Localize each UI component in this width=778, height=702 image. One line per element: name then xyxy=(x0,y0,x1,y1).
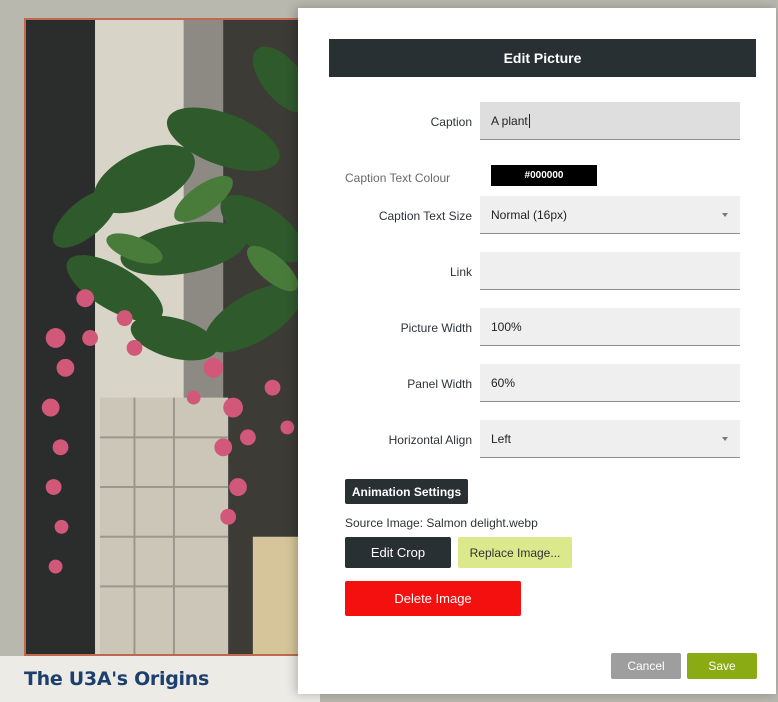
caption-input[interactable]: A plant xyxy=(480,102,740,140)
link-input[interactable] xyxy=(480,252,740,290)
replace-image-button[interactable]: Replace Image... xyxy=(458,537,572,568)
caption-colour-label: Caption Text Colour xyxy=(345,171,451,185)
edit-picture-dialog: Edit Picture Caption A plant Caption Tex… xyxy=(298,8,776,694)
caption-colour-picker[interactable]: #000000 xyxy=(491,165,597,186)
chevron-down-icon xyxy=(722,437,728,441)
horizontal-align-select[interactable]: Left xyxy=(480,420,740,458)
text-cursor xyxy=(528,113,530,128)
source-image-text: Source Image: Salmon delight.webp xyxy=(345,516,538,530)
panel-width-label: Panel Width xyxy=(407,377,472,391)
panel-width-value: 60% xyxy=(491,375,516,390)
picture-width-input[interactable]: 100% xyxy=(480,308,740,346)
caption-size-select[interactable]: Normal (16px) xyxy=(480,196,740,234)
picture-width-value: 100% xyxy=(491,319,522,334)
chevron-down-icon xyxy=(722,213,728,217)
plant-photo xyxy=(26,20,312,654)
edit-crop-button[interactable]: Edit Crop xyxy=(345,537,451,568)
save-button[interactable]: Save xyxy=(687,653,757,679)
page-section-heading: The U3A's Origins xyxy=(24,668,209,690)
dialog-title: Edit Picture xyxy=(329,39,756,77)
panel-width-input[interactable]: 60% xyxy=(480,364,740,402)
cancel-button[interactable]: Cancel xyxy=(611,653,681,679)
horizontal-align-value: Left xyxy=(491,431,512,446)
caption-label: Caption xyxy=(430,115,472,129)
horizontal-align-label: Horizontal Align xyxy=(388,433,472,447)
delete-image-button[interactable]: Delete Image xyxy=(345,581,521,616)
caption-value: A plant xyxy=(491,113,528,128)
caption-size-label: Caption Text Size xyxy=(378,209,472,223)
picture-frame xyxy=(24,18,314,656)
picture-width-label: Picture Width xyxy=(400,321,472,335)
animation-settings-button[interactable]: Animation Settings xyxy=(345,479,468,504)
caption-size-value: Normal (16px) xyxy=(491,207,568,222)
link-label: Link xyxy=(449,265,472,279)
